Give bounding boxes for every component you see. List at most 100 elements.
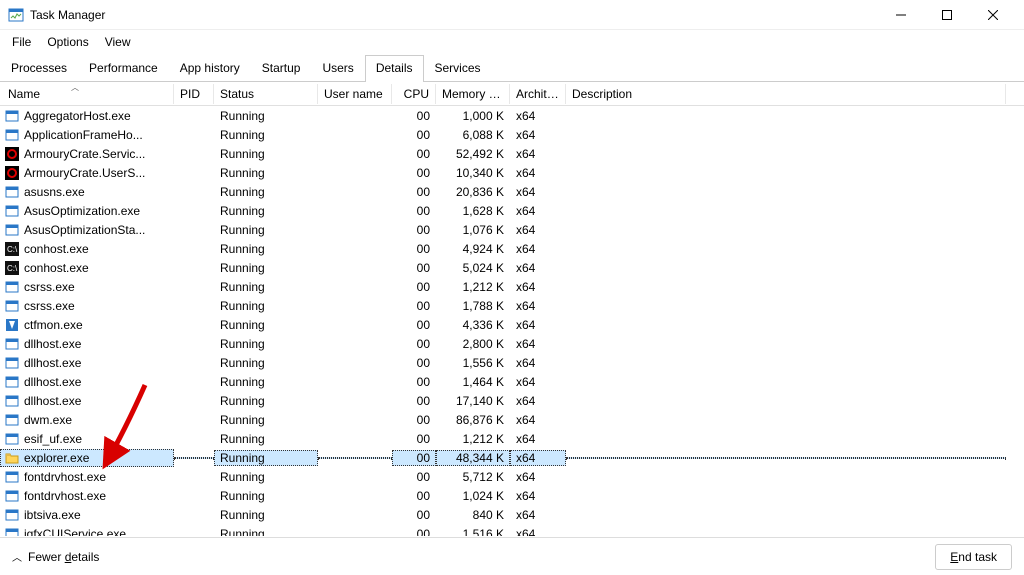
menu-file[interactable]: File [4,32,39,52]
tab-services[interactable]: Services [424,55,492,82]
process-icon [4,393,20,409]
cell-user [318,210,392,212]
cell-arch: x64 [510,241,566,257]
table-row[interactable]: csrss.exeRunning001,212 Kx64 [0,277,1024,296]
column-description[interactable]: Description [566,84,1006,104]
cell-status: Running [214,450,318,466]
cell-status: Running [214,507,318,523]
tabbar: Processes Performance App history Startu… [0,54,1024,82]
cell-desc [566,457,1006,459]
cell-cpu: 00 [392,488,436,504]
cell-pid [174,286,214,288]
cell-memory: 1,024 K [436,488,510,504]
table-row[interactable]: ibtsiva.exeRunning00840 Kx64 [0,505,1024,524]
cell-status: Running [214,146,318,162]
titlebar[interactable]: Task Manager [0,0,1024,30]
cell-desc [566,229,1006,231]
cell-user [318,343,392,345]
tab-app-history[interactable]: App history [169,55,251,82]
tab-users[interactable]: Users [311,55,364,82]
end-task-button[interactable]: End task [935,544,1012,570]
cell-memory: 20,836 K [436,184,510,200]
cell-arch: x64 [510,507,566,523]
table-row[interactable]: ctfmon.exeRunning004,336 Kx64 [0,315,1024,334]
cell-user [318,153,392,155]
table-row[interactable]: dllhost.exeRunning001,464 Kx64 [0,372,1024,391]
cell-user [318,172,392,174]
process-name: dllhost.exe [24,394,81,408]
cell-status: Running [214,431,318,447]
cell-arch: x64 [510,146,566,162]
cell-pid [174,438,214,440]
cell-arch: x64 [510,260,566,276]
process-icon [4,184,20,200]
column-cpu[interactable]: CPU [392,84,436,104]
table-row[interactable]: fontdrvhost.exeRunning005,712 Kx64 [0,467,1024,486]
process-icon: C:\ [4,260,20,276]
menu-options[interactable]: Options [39,32,96,52]
fewer-details-toggle[interactable]: ︿ Fewer details [12,549,99,564]
table-row[interactable]: ApplicationFrameHo...Running006,088 Kx64 [0,125,1024,144]
cell-status: Running [214,108,318,124]
table-row[interactable]: AggregatorHost.exeRunning001,000 Kx64 [0,106,1024,125]
process-icon [4,469,20,485]
table-row[interactable]: igfxCUIService.exeRunning001,516 Kx64 [0,524,1024,536]
table-row[interactable]: asusns.exeRunning0020,836 Kx64 [0,182,1024,201]
tab-details[interactable]: Details [365,55,424,82]
table-row[interactable]: fontdrvhost.exeRunning001,024 Kx64 [0,486,1024,505]
table-row[interactable]: dllhost.exeRunning001,556 Kx64 [0,353,1024,372]
cell-desc [566,267,1006,269]
table-row[interactable]: C:\conhost.exeRunning005,024 Kx64 [0,258,1024,277]
details-content: Name︿ PID Status User name CPU Memory (a… [0,82,1024,537]
table-row[interactable]: dllhost.exeRunning002,800 Kx64 [0,334,1024,353]
cell-cpu: 00 [392,526,436,537]
table-row[interactable]: AsusOptimizationSta...Running001,076 Kx6… [0,220,1024,239]
process-name: ibtsiva.exe [24,508,81,522]
cell-desc [566,172,1006,174]
cell-memory: 1,464 K [436,374,510,390]
cell-pid [174,172,214,174]
tab-processes[interactable]: Processes [0,55,78,82]
column-pid[interactable]: PID [174,84,214,104]
table-row[interactable]: csrss.exeRunning001,788 Kx64 [0,296,1024,315]
table-row[interactable]: dwm.exeRunning0086,876 Kx64 [0,410,1024,429]
process-name: igfxCUIService.exe [24,527,126,537]
table-row[interactable]: explorer.exeRunning0048,344 Kx64 [0,448,1024,467]
table-row[interactable]: ArmouryCrate.Servic...Running0052,492 Kx… [0,144,1024,163]
cell-cpu: 00 [392,298,436,314]
column-status[interactable]: Status [214,84,318,104]
menubar: File Options View [0,30,1024,54]
process-name: asusns.exe [24,185,85,199]
cell-desc [566,134,1006,136]
process-name: conhost.exe [24,261,89,275]
table-row[interactable]: dllhost.exeRunning0017,140 Kx64 [0,391,1024,410]
cell-desc [566,495,1006,497]
tab-performance[interactable]: Performance [78,55,169,82]
close-button[interactable] [970,0,1016,30]
tab-startup[interactable]: Startup [251,55,312,82]
column-memory[interactable]: Memory (a... [436,84,510,104]
cell-memory: 1,516 K [436,526,510,537]
cell-arch: x64 [510,279,566,295]
minimize-button[interactable] [878,0,924,30]
process-name: fontdrvhost.exe [24,470,106,484]
cell-memory: 840 K [436,507,510,523]
cell-desc [566,248,1006,250]
cell-pid [174,115,214,117]
process-rows[interactable]: AggregatorHost.exeRunning001,000 Kx64App… [0,106,1024,536]
column-user[interactable]: User name [318,84,392,104]
process-icon [4,146,20,162]
cell-arch: x64 [510,355,566,371]
table-row[interactable]: esif_uf.exeRunning001,212 Kx64 [0,429,1024,448]
column-name[interactable]: Name︿ [0,84,174,104]
table-row[interactable]: C:\conhost.exeRunning004,924 Kx64 [0,239,1024,258]
cell-status: Running [214,412,318,428]
maximize-button[interactable] [924,0,970,30]
menu-view[interactable]: View [97,32,139,52]
column-architecture[interactable]: Archite... [510,84,566,104]
table-row[interactable]: AsusOptimization.exeRunning001,628 Kx64 [0,201,1024,220]
table-row[interactable]: ArmouryCrate.UserS...Running0010,340 Kx6… [0,163,1024,182]
cell-user [318,362,392,364]
cell-desc [566,153,1006,155]
cell-pid [174,362,214,364]
